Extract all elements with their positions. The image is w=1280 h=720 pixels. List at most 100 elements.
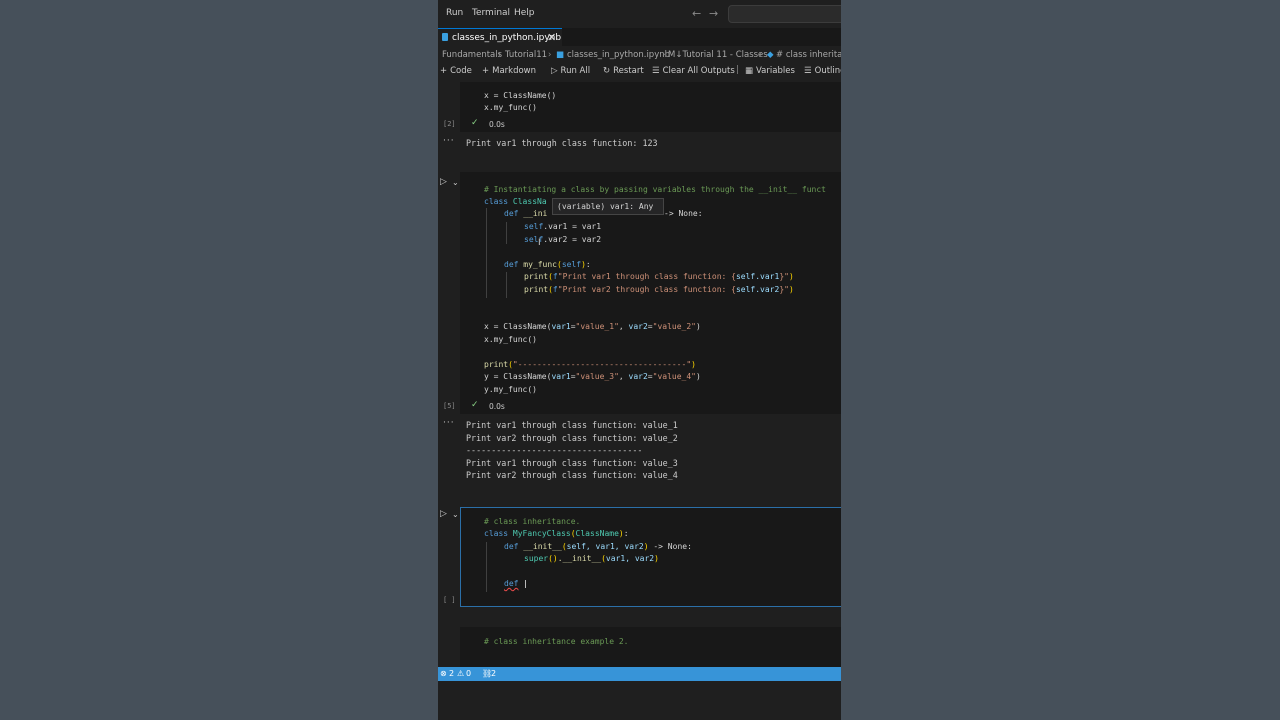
outline-button[interactable]: ☰Outline <box>804 66 841 76</box>
run-all-button[interactable]: ▷ Run All <box>551 66 590 76</box>
check-icon: ✓ <box>471 118 479 128</box>
outline-label: Outline <box>814 66 841 76</box>
notebook-icon: ■ <box>556 50 565 60</box>
restart-button[interactable]: ↻ Restart <box>603 66 644 76</box>
restart-icon: ↻ <box>603 66 611 76</box>
keyword: def <box>504 209 519 218</box>
variables-icon: ▦ <box>745 66 754 76</box>
back-arrow-icon[interactable]: ← <box>692 7 701 20</box>
code-comment: # class inheritance example 2. <box>484 637 629 646</box>
string: "-----------------------------------" <box>512 360 692 369</box>
kwarg: var1 <box>551 322 571 331</box>
breadcrumb-item[interactable]: Fundamentals <box>442 50 502 60</box>
string: }" <box>779 285 789 294</box>
vscode-window: Run Terminal Help ← → classes_in_python.… <box>438 0 841 720</box>
string: "Print var2 through class function: { <box>557 285 736 294</box>
breadcrumb-item[interactable]: # class inheritan <box>776 50 841 60</box>
error-count: 2 <box>449 669 455 678</box>
keyword: def <box>504 260 519 269</box>
code-line: print("---------------------------------… <box>484 360 696 369</box>
add-markdown-cell-button[interactable]: + Markdown <box>482 66 536 76</box>
string: }" <box>779 272 789 281</box>
code-line: print(f"Print var1 through class functio… <box>524 272 794 281</box>
code-line: y = ClassName(var1="value_3", var2="valu… <box>484 372 701 381</box>
chevron-down-icon[interactable]: ⌄ <box>452 510 459 519</box>
output-more-icon[interactable]: ··· <box>443 136 455 146</box>
kwarg: var2 <box>628 372 648 381</box>
code-line: def __ini <box>504 209 547 218</box>
code-text: x = ClassName( <box>484 322 552 331</box>
function-call: print <box>524 285 549 294</box>
kwarg: var1 <box>551 372 571 381</box>
run-cell-icon[interactable]: ▷ <box>440 509 447 519</box>
function-call: super <box>524 554 549 563</box>
string: "value_4" <box>652 372 696 381</box>
function-call: print <box>484 360 509 369</box>
class-name: ClassNa <box>512 197 547 206</box>
menu-run[interactable]: Run <box>446 8 463 18</box>
self-keyword: self <box>524 222 544 231</box>
base-class: ClassName <box>575 529 619 538</box>
output-line: ----------------------------------- <box>466 445 643 455</box>
code-line-end: -> None: <box>664 209 703 218</box>
close-icon[interactable]: ✕ <box>547 31 556 44</box>
clear-all-label: Clear All Outputs <box>662 66 735 76</box>
variables-button[interactable]: ▦ Variables <box>745 66 795 76</box>
variables-label: Variables <box>756 66 795 76</box>
class-name: MyFancyClass <box>512 529 571 538</box>
string: "value_3" <box>575 372 619 381</box>
code-comment: # Instantiating a class by passing varia… <box>484 185 826 194</box>
caret: | <box>523 579 529 588</box>
add-code-cell-button[interactable]: + Code <box>440 66 472 76</box>
forward-arrow-icon[interactable]: → <box>709 7 718 20</box>
error-icon[interactable]: ⊗ <box>440 669 447 678</box>
menu-help[interactable]: Help <box>514 8 535 18</box>
code-line: super().__init__(var1, var2) <box>524 554 659 563</box>
code-cell-4[interactable] <box>460 627 841 667</box>
plus-icon: + <box>482 66 490 76</box>
code-line: y.my_func() <box>484 385 537 394</box>
clear-all-outputs-button[interactable]: ☰ Clear All Outputs <box>652 66 735 76</box>
code-line: print(f"Print var2 through class functio… <box>524 285 794 294</box>
code-line: class MyFancyClass(ClassName): <box>484 529 629 538</box>
text-cursor-icon: I <box>538 238 541 248</box>
function-name: __ini <box>523 209 548 218</box>
notebook-toolbar: + Code + Markdown ▷ Run All ↻ Restart ☰ Clear… <box>438 63 841 79</box>
keyword: def <box>504 542 519 551</box>
chevron-down-icon[interactable]: ⌄ <box>452 178 459 187</box>
assignment: .var2 = var2 <box>543 235 602 244</box>
breadcrumb-item[interactable]: M↓Tutorial 11 - Classes <box>668 50 768 60</box>
function-name: my_func <box>523 260 557 269</box>
toolbar-divider: | <box>736 65 739 75</box>
menu-terminal[interactable]: Terminal <box>472 8 510 18</box>
breadcrumb-item[interactable]: classes_in_python.ipynb <box>567 50 670 60</box>
execution-count: [ ] <box>443 596 456 604</box>
indent-guide <box>506 272 507 298</box>
indent-guide <box>486 542 487 592</box>
method-call: .__init__ <box>557 554 602 563</box>
kwarg: var2 <box>628 322 648 331</box>
output-line: Print var2 through class function: value… <box>466 470 678 480</box>
run-cell-icon[interactable]: ▷ <box>440 177 447 187</box>
code-line: x.my_func() <box>484 103 537 112</box>
hover-text: (variable) var1: Any <box>557 202 654 211</box>
code-line: x.my_func() <box>484 335 537 344</box>
execution-time: 0.0s <box>489 402 505 411</box>
code-line-editing[interactable]: def | <box>504 579 528 588</box>
param: self <box>561 260 582 269</box>
command-center-search[interactable] <box>728 5 841 23</box>
clear-icon: ☰ <box>652 66 660 76</box>
chevron-right-icon: › <box>548 50 552 60</box>
tab-classes-in-python[interactable]: classes_in_python.ipynb ✕ <box>438 28 562 47</box>
code-line: self.var1 = var1 <box>524 222 601 231</box>
code-comment: # class inheritance. <box>484 517 581 526</box>
breadcrumb-item[interactable]: Tutorial11 <box>505 50 547 60</box>
string: "Print var1 through class function: { <box>557 272 736 281</box>
params: self, var1, var2 <box>566 542 644 551</box>
output-more-icon[interactable]: ··· <box>443 418 455 428</box>
code-line: x = ClassName() <box>484 91 557 100</box>
code-line: self.var2 = var2 <box>524 235 601 244</box>
string: "value_1" <box>575 322 619 331</box>
assignment: .var1 = var1 <box>543 222 602 231</box>
warning-icon[interactable]: ⚠ <box>457 669 464 678</box>
